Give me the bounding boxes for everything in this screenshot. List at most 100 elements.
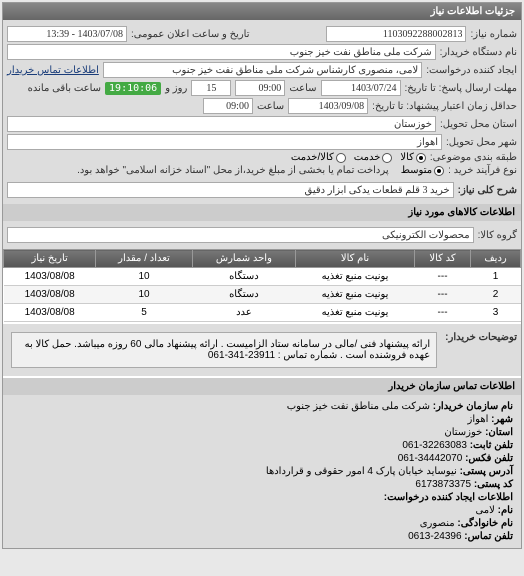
validity-date-field[interactable] [288,98,368,114]
contact-phone: 32263083-061 [402,440,467,451]
deadline-time-field[interactable] [235,80,285,96]
request-number-field[interactable] [326,26,466,42]
cell-code: --- [414,304,470,322]
countdown-timer: 19:10:06 [105,82,161,95]
th-date[interactable]: تاریخ نیاز [4,250,96,268]
creator-subsection: اطلاعات ایجاد کننده درخواست: [11,492,513,503]
cell-name: یونیت منبع تغذیه [296,304,415,322]
th-row[interactable]: ردیف [471,250,521,268]
validity-time-field[interactable] [203,98,253,114]
request-creator-field[interactable] [103,62,422,78]
contact-family-label: نام خانوادگی: [457,518,513,529]
th-name[interactable]: نام کالا [296,250,415,268]
need-title-field[interactable] [7,182,454,198]
radio-label: خدمت [354,152,381,163]
contact-section: نام سازمان خریدار: شرکت ملی مناطق نفت خی… [3,395,521,548]
validity-label: حداقل زمان اعتبار پیشنهاد: تا تاریخ: [372,101,517,112]
contact-fax-label: تلفن فکس: [465,453,513,464]
goods-table: ردیف کد کالا نام کالا واحد شمارش تعداد /… [3,249,521,322]
radio-icon[interactable] [382,153,392,163]
th-qty[interactable]: تعداد / مقدار [96,250,192,268]
main-panel: جزئیات اطلاعات نیاز شماره نیاز: تاریخ و … [2,2,522,549]
package-option[interactable]: کالا [400,152,426,163]
cell-code: --- [414,286,470,304]
purchase-note: پرداخت تمام یا بخشی از مبلغ خرید،از محل … [77,165,389,176]
th-unit[interactable]: واحد شمارش [192,250,295,268]
contact-phone-label: تلفن ثابت: [470,440,513,451]
goods-section-title: اطلاعات کالاهای مورد نیاز [3,204,521,221]
time-label-2: ساعت [257,101,284,112]
cell-row: 3 [471,304,521,322]
cell-date: 1403/08/08 [4,268,96,286]
request-creator-label: ایجاد کننده درخواست: [426,65,517,76]
cell-qty: 10 [96,268,192,286]
contact-section-title: اطلاعات تماس سازمان خریدار [3,378,521,395]
contact-province-label: استان: [485,427,513,438]
radio-label: متوسط [401,165,432,176]
buyer-desc-box: ارائه پیشنهاد فنی /مالی در سامانه ستاد ا… [11,332,437,368]
purchase-type-label: نوع فرآیند خرید : [448,165,517,176]
contact-province: خوزستان [444,427,482,438]
goods-group-label: گروه کالا: [478,230,517,241]
contact-city-label: شهر: [491,414,513,425]
cell-date: 1403/08/08 [4,286,96,304]
contact-creator-phone: 24396-0613 [408,531,461,542]
cell-unit: دستگاه [192,268,295,286]
buyer-org-field[interactable] [7,44,436,60]
contact-creator-phone-label: تلفن تماس: [464,531,513,542]
time-label-1: ساعت [289,83,316,94]
buyer-desc-label: توضیحات خریدار: [445,328,517,343]
contact-fax: 34442070-061 [398,453,463,464]
remaining-days-field [191,80,231,96]
th-code[interactable]: کد کالا [414,250,470,268]
cell-qty: 10 [96,286,192,304]
cell-code: --- [414,268,470,286]
delivery-province-field[interactable] [7,116,436,132]
contact-org: شرکت ملی مناطق نفت خیز جنوب [287,401,430,412]
contact-city: اهواز [468,414,489,425]
table-row[interactable]: 1---یونیت منبع تغذیهدستگاه101403/08/08 [4,268,521,286]
radio-icon[interactable] [336,153,346,163]
cell-row: 2 [471,286,521,304]
delivery-city-label: شهر محل تحویل: [446,137,517,148]
announce-datetime-field[interactable] [7,26,127,42]
deadline-label: مهلت ارسال پاسخ: تا تاریخ: [405,83,517,94]
package-type-label: طبقه بندی موضوعی: [430,152,517,163]
buyer-contact-link[interactable]: اطلاعات تماس خریدار [7,65,99,76]
package-option[interactable]: خدمت [354,152,393,163]
radio-icon[interactable] [416,153,426,163]
table-row[interactable]: 3---یونیت منبع تغذیهعدد51403/08/08 [4,304,521,322]
contact-postal-label: کد پستی: [474,479,513,490]
request-number-label: شماره نیاز: [470,29,517,40]
contact-postal: 6173873375 [415,479,471,490]
days-and-label: روز و [165,83,187,94]
delivery-province-label: استان محل تحویل: [440,119,517,130]
need-title-label: شرح کلی نیاز: [458,185,517,196]
remaining-suffix: ساعت باقی مانده [28,83,101,94]
contact-family: منصوری [420,518,455,529]
contact-address-label: آدرس پستی: [460,466,513,477]
contact-org-label: نام سازمان خریدار: [433,401,513,412]
announce-datetime-label: تاریخ و ساعت اعلان عمومی: [131,29,250,40]
table-row[interactable]: 2---یونیت منبع تغذیهدستگاه101403/08/08 [4,286,521,304]
cell-unit: عدد [192,304,295,322]
cell-qty: 5 [96,304,192,322]
purchase-option[interactable]: متوسط [401,165,444,176]
radio-label: کالا [400,152,414,163]
radio-label: کالا/خدمت [291,152,334,163]
radio-icon[interactable] [434,166,444,176]
deadline-date-field[interactable] [321,80,401,96]
form-area: شماره نیاز: تاریخ و ساعت اعلان عمومی: نا… [3,20,521,204]
cell-name: یونیت منبع تغذیه [296,286,415,304]
contact-name: لامی [475,505,494,516]
delivery-city-field[interactable] [7,134,442,150]
cell-date: 1403/08/08 [4,304,96,322]
goods-group-field[interactable] [7,227,474,243]
panel-header: جزئیات اطلاعات نیاز [3,3,521,20]
contact-address: نیوساید خیابان پارک 4 امور حقوقی و قرارد… [266,466,457,477]
cell-unit: دستگاه [192,286,295,304]
cell-name: یونیت منبع تغذیه [296,268,415,286]
package-option[interactable]: کالا/خدمت [291,152,346,163]
cell-row: 1 [471,268,521,286]
contact-name-label: نام: [498,505,513,516]
